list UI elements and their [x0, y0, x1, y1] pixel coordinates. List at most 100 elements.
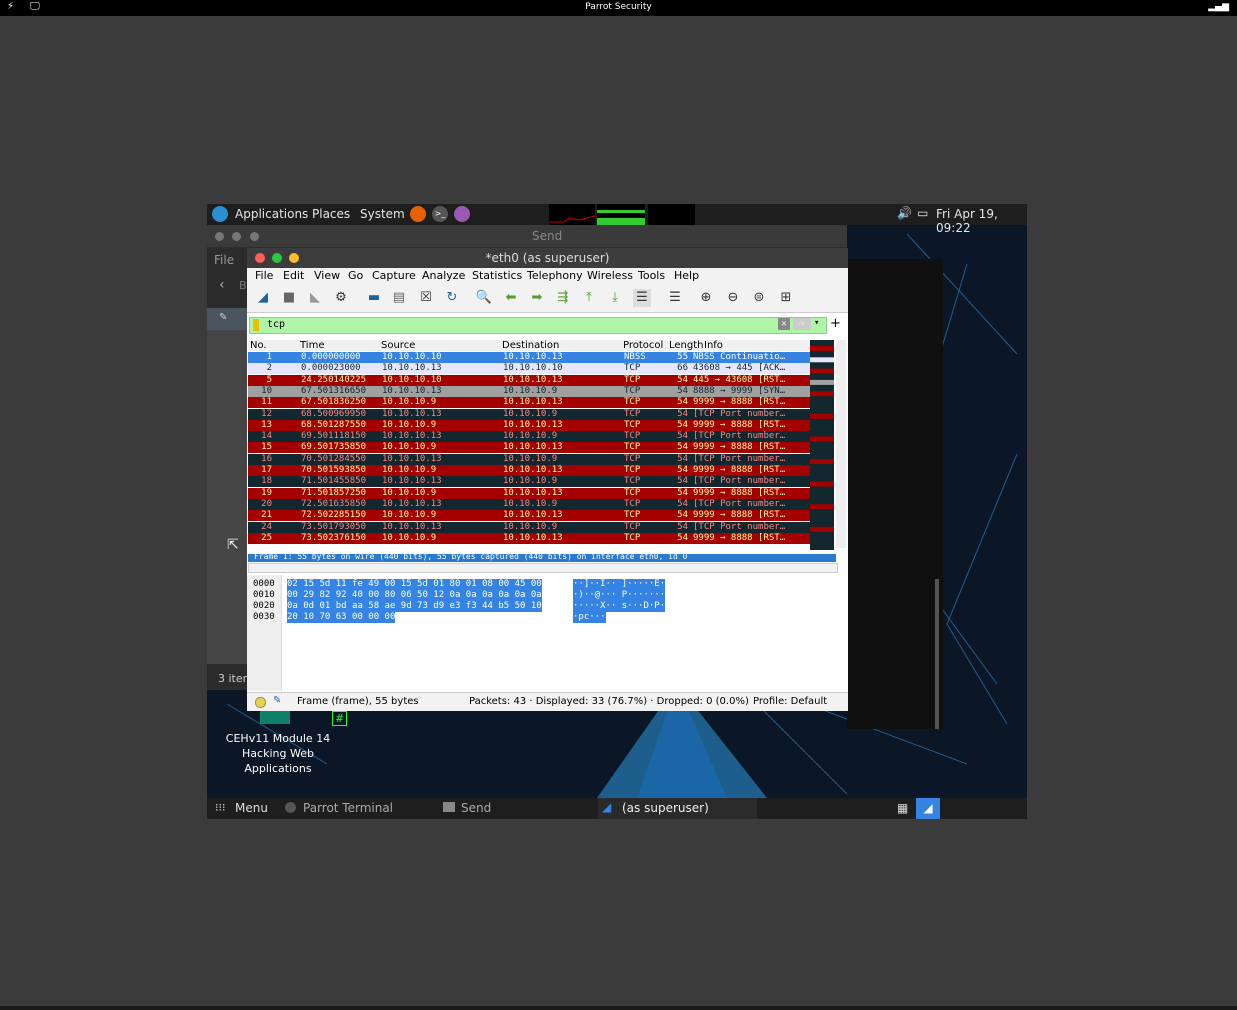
filter-dropdown-icon[interactable]: ▾ — [814, 318, 819, 328]
colorize-icon[interactable]: ☰ — [666, 289, 684, 307]
filter-input[interactable]: tcp — [267, 319, 285, 330]
col-source[interactable]: Source — [381, 340, 415, 351]
sidebar-item-active[interactable]: ✎ — [207, 308, 247, 330]
table-row[interactable]: 17 70.501593850 10.10.10.9 10.10.10.13 TCP 54… — [248, 465, 810, 476]
terminal-icon[interactable]: >_ — [432, 206, 448, 222]
workspace-icon[interactable]: ▦ — [897, 801, 908, 815]
task-send[interactable]: Send — [461, 801, 491, 815]
table-row[interactable]: 2 0.000023000 10.10.10.13 10.10.10.10 TCP 66 4… — [248, 363, 810, 375]
hex-ascii[interactable]: ·pc··· — [573, 612, 606, 623]
apply-filter-icon[interactable]: ⇨ — [793, 318, 811, 330]
table-row[interactable]: 24 73.501793050 10.10.10.13 10.10.10.9 TCP 54… — [248, 521, 810, 533]
maximize-icon[interactable] — [250, 232, 259, 241]
hex-bytes[interactable]: 00 29 82 92 40 00 80 06 50 12 0a 0a 0a 0… — [287, 590, 542, 601]
table-row[interactable]: 11 67.501836250 10.10.10.9 10.10.10.13 TCP 54… — [248, 397, 810, 409]
display-filter-bar[interactable]: tcp ✕ ⇨ ▾ — [249, 317, 827, 334]
workspace-active-icon[interactable]: ◢ — [916, 798, 940, 819]
hex-bytes[interactable]: 02 15 5d 11 fe 49 00 15 5d 01 80 01 08 0… — [287, 579, 542, 590]
back-icon[interactable]: ‹ — [219, 277, 225, 293]
applications-menu[interactable]: Applications — [235, 207, 308, 221]
add-filter-button-icon[interactable]: + — [830, 316, 841, 331]
table-row[interactable]: 10 67.501316650 10.10.10.13 10.10.10.9 TCP 54… — [248, 385, 810, 397]
bookmark-icon[interactable] — [253, 319, 259, 331]
table-row[interactable]: 14 69.501118150 10.10.10.13 10.10.10.9 TCP 54… — [248, 431, 810, 443]
battery-icon[interactable]: ▭ — [917, 206, 928, 220]
normal-size-icon[interactable]: ⊜ — [750, 289, 768, 307]
capture-options-icon[interactable]: ⚙ — [332, 289, 350, 307]
system-menu[interactable]: System — [360, 207, 405, 221]
menu-tools[interactable]: Tools — [638, 269, 665, 282]
frame-detail[interactable]: Frame 1: 55 bytes on wire (440 bits), 55… — [254, 552, 687, 561]
expert-info-icon[interactable] — [255, 697, 266, 708]
menu-grid-icon[interactable]: ⁝⁝⁝ — [215, 801, 226, 814]
packet-list[interactable]: No. Time Source Destination Protocol Len… — [248, 340, 810, 548]
task-parrot-terminal[interactable]: Parrot Terminal — [303, 801, 393, 815]
col-no[interactable]: No. — [250, 340, 267, 351]
table-row[interactable]: 1 0.000000000 10.10.10.10 10.10.10.13 NBSS 55… — [248, 352, 810, 363]
details-scrollbar[interactable] — [248, 563, 838, 573]
status-profile[interactable]: Profile: Default — [753, 696, 827, 707]
firefox-icon[interactable] — [410, 206, 426, 222]
clear-filter-icon[interactable]: ✕ — [778, 318, 790, 330]
table-row[interactable]: 15 69.501735850 10.10.10.9 10.10.10.13 TCP 54… — [248, 442, 810, 454]
packet-bytes-pane[interactable]: 0000 02 15 5d 11 fe 49 00 15 5d 01 80 01 … — [247, 575, 848, 691]
packet-minimap[interactable] — [810, 340, 834, 550]
wireshark-window[interactable]: *eth0 (as superuser) File Edit View Go C… — [247, 248, 848, 711]
parrot-logo-icon[interactable] — [212, 206, 228, 222]
volume-icon[interactable]: 🔊 — [897, 206, 912, 220]
packet-list-scrollbar[interactable] — [836, 340, 846, 548]
autoscroll-icon[interactable]: ☰ — [633, 289, 651, 307]
table-row[interactable]: 16 70.501284550 10.10.10.13 10.10.10.9 TCP 54… — [248, 453, 810, 465]
col-info[interactable]: Info — [704, 340, 723, 351]
hex-bytes[interactable]: 0a 0d 01 bd aa 58 ae 9d 73 d9 e3 f3 44 b… — [287, 601, 542, 612]
desktop-icon[interactable] — [260, 710, 290, 724]
packet-details[interactable]: Frame 1: 55 bytes on wire (440 bits), 55… — [248, 552, 836, 562]
hex-ascii[interactable]: ··]··I·· ]·····E· — [573, 579, 666, 590]
taskbar-menu[interactable]: Menu — [235, 801, 268, 815]
go-forward-icon[interactable]: ➡ — [528, 289, 546, 307]
menu-help[interactable]: Help — [674, 269, 699, 282]
menu-wireless[interactable]: Wireless — [587, 269, 633, 282]
file-menu[interactable]: File — [214, 253, 234, 267]
col-protocol[interactable]: Protocol — [623, 340, 663, 351]
open-file-icon[interactable]: ▬ — [365, 289, 383, 307]
close-icon[interactable] — [215, 232, 224, 241]
terminal-window-behind[interactable] — [847, 259, 943, 729]
go-back-icon[interactable]: ⬅ — [502, 289, 520, 307]
minimize-icon[interactable] — [232, 232, 241, 241]
places-menu[interactable]: Places — [312, 207, 350, 221]
hex-ascii[interactable]: ·)··@··· P······· — [573, 590, 666, 601]
terminal-scrollbar[interactable] — [935, 579, 939, 729]
menu-go[interactable]: Go — [348, 269, 363, 282]
col-destination[interactable]: Destination — [502, 340, 559, 351]
save-file-icon[interactable]: ▤ — [390, 289, 408, 307]
menu-file[interactable]: File — [255, 269, 273, 282]
restart-capture-icon[interactable]: ◣ — [306, 289, 324, 307]
menu-statistics[interactable]: Statistics — [472, 269, 522, 282]
table-row[interactable]: 18 71.501455850 10.10.10.13 10.10.10.9 TCP 54… — [248, 476, 810, 488]
menu-capture[interactable]: Capture — [372, 269, 416, 282]
edit-comment-icon[interactable]: ✎ — [273, 695, 281, 706]
table-row[interactable]: 5 24.250140225 10.10.10.10 10.10.10.13 TCP 54… — [248, 374, 810, 386]
table-row[interactable]: 25 73.502376150 10.10.10.9 10.10.10.13 TCP 54… — [248, 532, 810, 544]
find-packet-icon[interactable]: 🔍 — [475, 289, 493, 307]
task-wireshark[interactable]: ◢ (as superuser) — [598, 798, 757, 819]
table-row[interactable]: 20 72.501635850 10.10.10.13 10.10.10.9 TCP 54… — [248, 498, 810, 510]
start-capture-icon[interactable]: ◢ — [254, 289, 272, 307]
stop-capture-icon[interactable]: ■ — [280, 289, 298, 307]
go-to-packet-icon[interactable]: ⇶ — [554, 289, 572, 307]
zoom-in-icon[interactable]: ⊕ — [697, 289, 715, 307]
menu-view[interactable]: View — [314, 269, 340, 282]
col-time[interactable]: Time — [300, 340, 324, 351]
col-length[interactable]: Length — [669, 340, 704, 351]
menu-telephony[interactable]: Telephony — [527, 269, 583, 282]
menu-analyze[interactable]: Analyze — [422, 269, 465, 282]
hex-bytes[interactable]: 20 10 70 63 00 00 00 — [287, 612, 396, 623]
table-row[interactable]: 21 72.502285150 10.10.10.9 10.10.10.13 TCP 54… — [248, 510, 810, 522]
table-row[interactable]: 13 68.501287550 10.10.10.9 10.10.10.13 TCP 54… — [248, 419, 810, 431]
desktop-icon-label[interactable]: CEHv11 Module 14 Hacking Web Application… — [221, 731, 335, 776]
reload-icon[interactable]: ↻ — [443, 289, 461, 307]
table-row[interactable]: 12 68.500969950 10.10.10.13 10.10.10.9 TCP 54… — [248, 408, 810, 420]
menu-edit[interactable]: Edit — [283, 269, 304, 282]
vm-screen[interactable]: Applications Places System >_ 🔊 ▭ Fri Ap… — [207, 204, 1027, 819]
